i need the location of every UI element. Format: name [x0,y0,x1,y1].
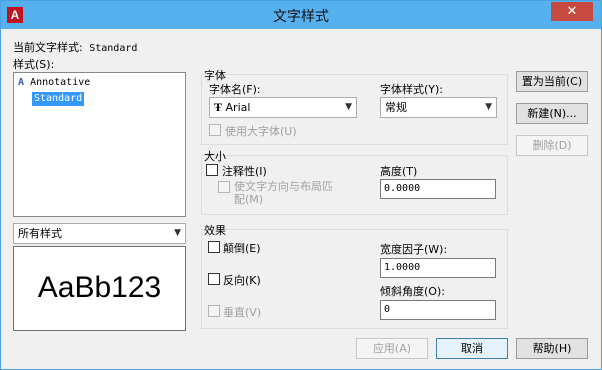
list-item-selected[interactable]: Standard [32,92,85,106]
size-group-label: 大小 [204,150,226,163]
close-button[interactable]: ✕ [551,2,593,21]
vertical-label: 垂直(V) [223,306,262,319]
chevron-down-icon: ▼ [345,102,352,112]
vertical-checkbox[interactable] [208,305,220,317]
height-label: 高度(T) [380,165,418,178]
chevron-down-icon: ▼ [174,228,181,238]
effects-group-label: 效果 [204,224,226,237]
current-style-label: 当前文字样式: [13,41,83,54]
use-bigfont-label: 使用大字体(U) [225,125,297,138]
chevron-down-icon: ▼ [485,102,492,112]
style-item-label: Annotative [30,77,91,88]
styles-list[interactable]: A Annotative Standard [13,72,186,217]
font-style-select[interactable]: 常规 ▼ [380,97,497,118]
style-filter-select[interactable]: 所有样式 ▼ [13,223,186,244]
help-button[interactable]: 帮助(H) [516,338,588,359]
close-icon: ✕ [566,4,578,19]
current-style-value: Standard [89,43,138,54]
cancel-button[interactable]: 取消 [436,338,508,359]
use-bigfont-checkbox[interactable] [209,124,221,136]
match-orientation-label: 使文字方向与布局匹配(M) [234,180,333,206]
backwards-checkbox[interactable] [208,273,220,285]
match-orientation-checkbox[interactable] [218,181,230,193]
font-name-select[interactable]: Ŧ Arial ▼ [209,97,357,118]
upside-down-label: 颠倒(E) [223,242,261,255]
annotative-label: 注释性(I) [222,165,267,178]
style-filter-value: 所有样式 [18,227,62,240]
width-factor-label: 宽度因子(W): [380,243,448,256]
font-name-label: 字体名(F): [209,83,261,96]
height-input[interactable]: 0.0000 [380,179,496,199]
truetype-font-icon: Ŧ [214,100,223,114]
annotative-checkbox[interactable] [206,164,218,176]
list-item[interactable]: A Annotative [18,76,90,90]
width-factor-input[interactable]: 1.0000 [380,258,496,278]
set-current-button[interactable]: 置为当前(C) [516,71,588,92]
new-style-button[interactable]: 新建(N)... [516,103,588,124]
backwards-label: 反向(K) [223,274,261,287]
styles-label: 样式(S): [13,58,55,71]
oblique-angle-label: 倾斜角度(O): [380,285,445,298]
font-name-value: Arial [225,101,251,114]
font-style-label: 字体样式(Y): [380,83,444,96]
title-bar[interactable]: A 文字样式 ✕ [1,1,601,29]
apply-button[interactable]: 应用(A) [356,338,428,359]
annotative-icon: A [18,77,25,88]
font-style-value: 常规 [385,101,407,114]
preview-pane: AaBb123 [13,246,186,331]
dialog-title: 文字样式 [273,9,329,25]
text-style-dialog: A 文字样式 ✕ 当前文字样式: Standard 样式(S): A Annot… [0,0,602,370]
delete-style-button[interactable]: 删除(D) [516,135,588,156]
upside-down-checkbox[interactable] [208,241,220,253]
oblique-angle-input[interactable]: 0 [380,300,496,320]
preview-text: AaBb123 [37,271,162,304]
current-style-row: 当前文字样式: Standard [13,39,137,55]
